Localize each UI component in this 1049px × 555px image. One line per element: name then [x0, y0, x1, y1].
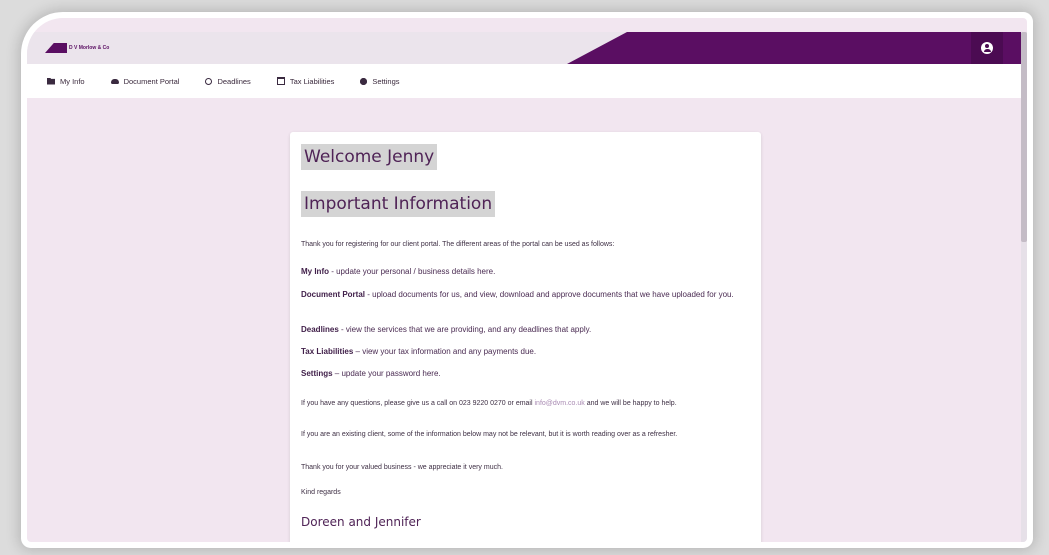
thanks-text: Thank you for your valued business - we … — [301, 464, 503, 471]
nav-label: Settings — [372, 76, 400, 86]
section-text: – update your password here. — [332, 369, 441, 378]
page-scrollbar[interactable] — [1021, 32, 1027, 542]
clock-icon — [205, 77, 213, 85]
browser-viewport: D V Morlow & Co My Info Document Portal … — [27, 18, 1027, 542]
section-title: Deadlines — [301, 325, 339, 334]
section-title: Settings — [301, 369, 333, 378]
regards-text: Kind regards — [301, 489, 341, 496]
nav-label: Tax Liabilities — [289, 76, 335, 86]
logo-mark — [45, 43, 67, 53]
nav-my-info[interactable]: My Info — [47, 77, 85, 86]
section-text: - update your personal / business detail… — [329, 267, 496, 276]
section-title: Document Portal — [301, 290, 366, 299]
scrollbar-thumb[interactable] — [1021, 32, 1027, 242]
section-my-info: My Info - update your personal / busines… — [301, 265, 751, 279]
signature: Doreen and Jennifer — [301, 515, 421, 529]
calendar-icon — [276, 77, 285, 85]
welcome-card: Welcome Jenny Important Information Than… — [290, 132, 761, 542]
questions-post: and we will be happy to help. — [584, 400, 677, 407]
nav-label: Document Portal — [123, 76, 180, 86]
folder-icon — [47, 77, 55, 85]
section-text: - view the services that we are providin… — [338, 325, 592, 334]
nav-document-portal[interactable]: Document Portal — [110, 76, 180, 86]
existing-client-text: If you are an existing client, some of t… — [301, 431, 678, 438]
header-accent-band — [567, 32, 1027, 64]
user-account-button[interactable] — [971, 32, 1003, 64]
section-title: My Info — [301, 267, 329, 276]
section-deadlines: Deadlines - view the services that we ar… — [301, 323, 751, 337]
section-text: – view your tax information and any paym… — [353, 347, 537, 356]
section-tax-liabilities: Tax Liabilities – view your tax informat… — [301, 345, 751, 359]
company-logo[interactable]: D V Morlow & Co — [45, 42, 109, 54]
nav-label: Deadlines — [217, 76, 251, 86]
questions-text: If you have any questions, please give u… — [301, 398, 751, 409]
main-nav: My Info Document Portal Deadlines Tax Li… — [27, 64, 1021, 98]
nav-label: My Info — [60, 76, 85, 86]
email-link[interactable]: info@dvm.co.uk — [535, 400, 585, 407]
section-settings: Settings – update your password here. — [301, 367, 751, 381]
section-text: - upload documents for us, and view, dow… — [365, 290, 734, 299]
questions-pre: If you have any questions, please give u… — [301, 400, 535, 407]
nav-settings[interactable]: Settings — [360, 76, 400, 86]
top-header: D V Morlow & Co — [27, 32, 1027, 64]
nav-deadlines[interactable]: Deadlines — [205, 76, 251, 86]
welcome-heading: Welcome Jenny — [301, 144, 438, 170]
gear-icon — [360, 77, 368, 85]
user-icon — [981, 42, 993, 54]
intro-text: Thank you for registering for our client… — [301, 241, 615, 248]
section-title: Tax Liabilities — [301, 347, 354, 356]
cloud-upload-icon — [110, 78, 119, 84]
section-document-portal: Document Portal - upload documents for u… — [301, 288, 751, 302]
important-heading: Important Information — [301, 191, 496, 217]
logo-text: D V Morlow & Co — [69, 45, 110, 51]
nav-tax-liabilities[interactable]: Tax Liabilities — [276, 76, 335, 86]
